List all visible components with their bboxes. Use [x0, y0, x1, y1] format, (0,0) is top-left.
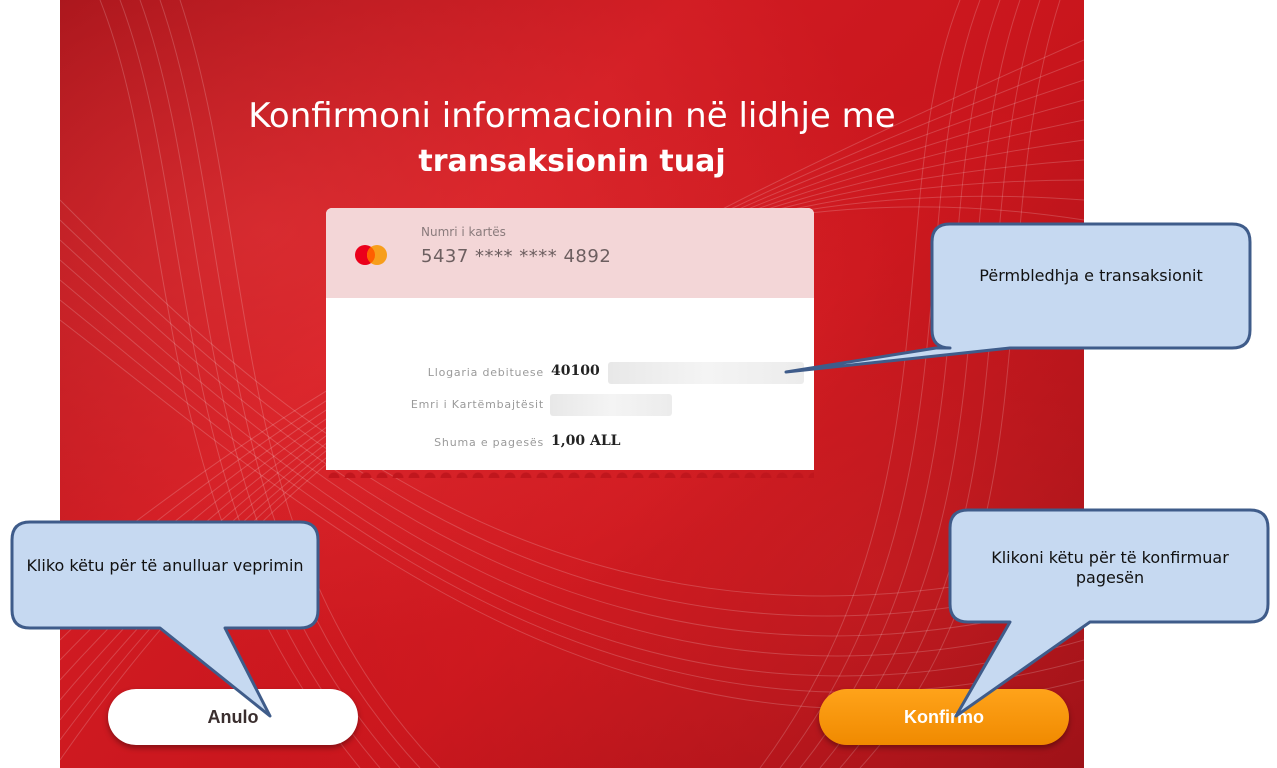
detail-value: 40100	[551, 363, 600, 379]
page-title: Konfirmoni informacionin në lidhje me tr…	[60, 93, 1084, 185]
transaction-summary-card: Numri i kartës 5437 **** **** 4892 Lloga…	[326, 208, 814, 470]
mastercard-logo-icon	[355, 245, 387, 265]
callout-confirm-text: Klikoni këtu për të konfirmuar pagesën	[991, 548, 1229, 587]
card-scalloped-edge	[326, 466, 814, 478]
page-title-line1: Konfirmoni informacionin në lidhje me	[248, 95, 896, 136]
detail-value: 1,00 ALL	[551, 433, 621, 449]
payment-screen: Konfirmoni informacionin në lidhje me tr…	[60, 0, 1084, 768]
card-number-label: Numri i kartës	[421, 225, 506, 239]
callout-summary-text: Përmbledhja e transaksionit	[979, 266, 1203, 285]
detail-row-cardholder: Emri i Kartëmbajtësit	[326, 394, 814, 418]
detail-row-amount: Shuma e pagesës 1,00 ALL	[326, 432, 814, 456]
detail-label: Shuma e pagesës	[434, 436, 544, 449]
cancel-button[interactable]: Anulo	[108, 689, 358, 745]
card-header: Numri i kartës 5437 **** **** 4892	[326, 208, 814, 298]
card-number: 5437 **** **** 4892	[421, 246, 612, 267]
detail-label: Emri i Kartëmbajtësit	[410, 398, 544, 411]
redacted-field	[608, 362, 804, 384]
confirm-button[interactable]: Konfirmo	[819, 689, 1069, 745]
callout-cancel-text: Kliko këtu për të anulluar veprimin	[26, 556, 304, 575]
detail-label: Llogaria debituese	[427, 366, 544, 379]
detail-row-account: Llogaria debituese 40100	[326, 362, 814, 386]
page-title-line2: transaksionin tuaj	[418, 143, 726, 179]
redacted-field	[550, 394, 672, 416]
